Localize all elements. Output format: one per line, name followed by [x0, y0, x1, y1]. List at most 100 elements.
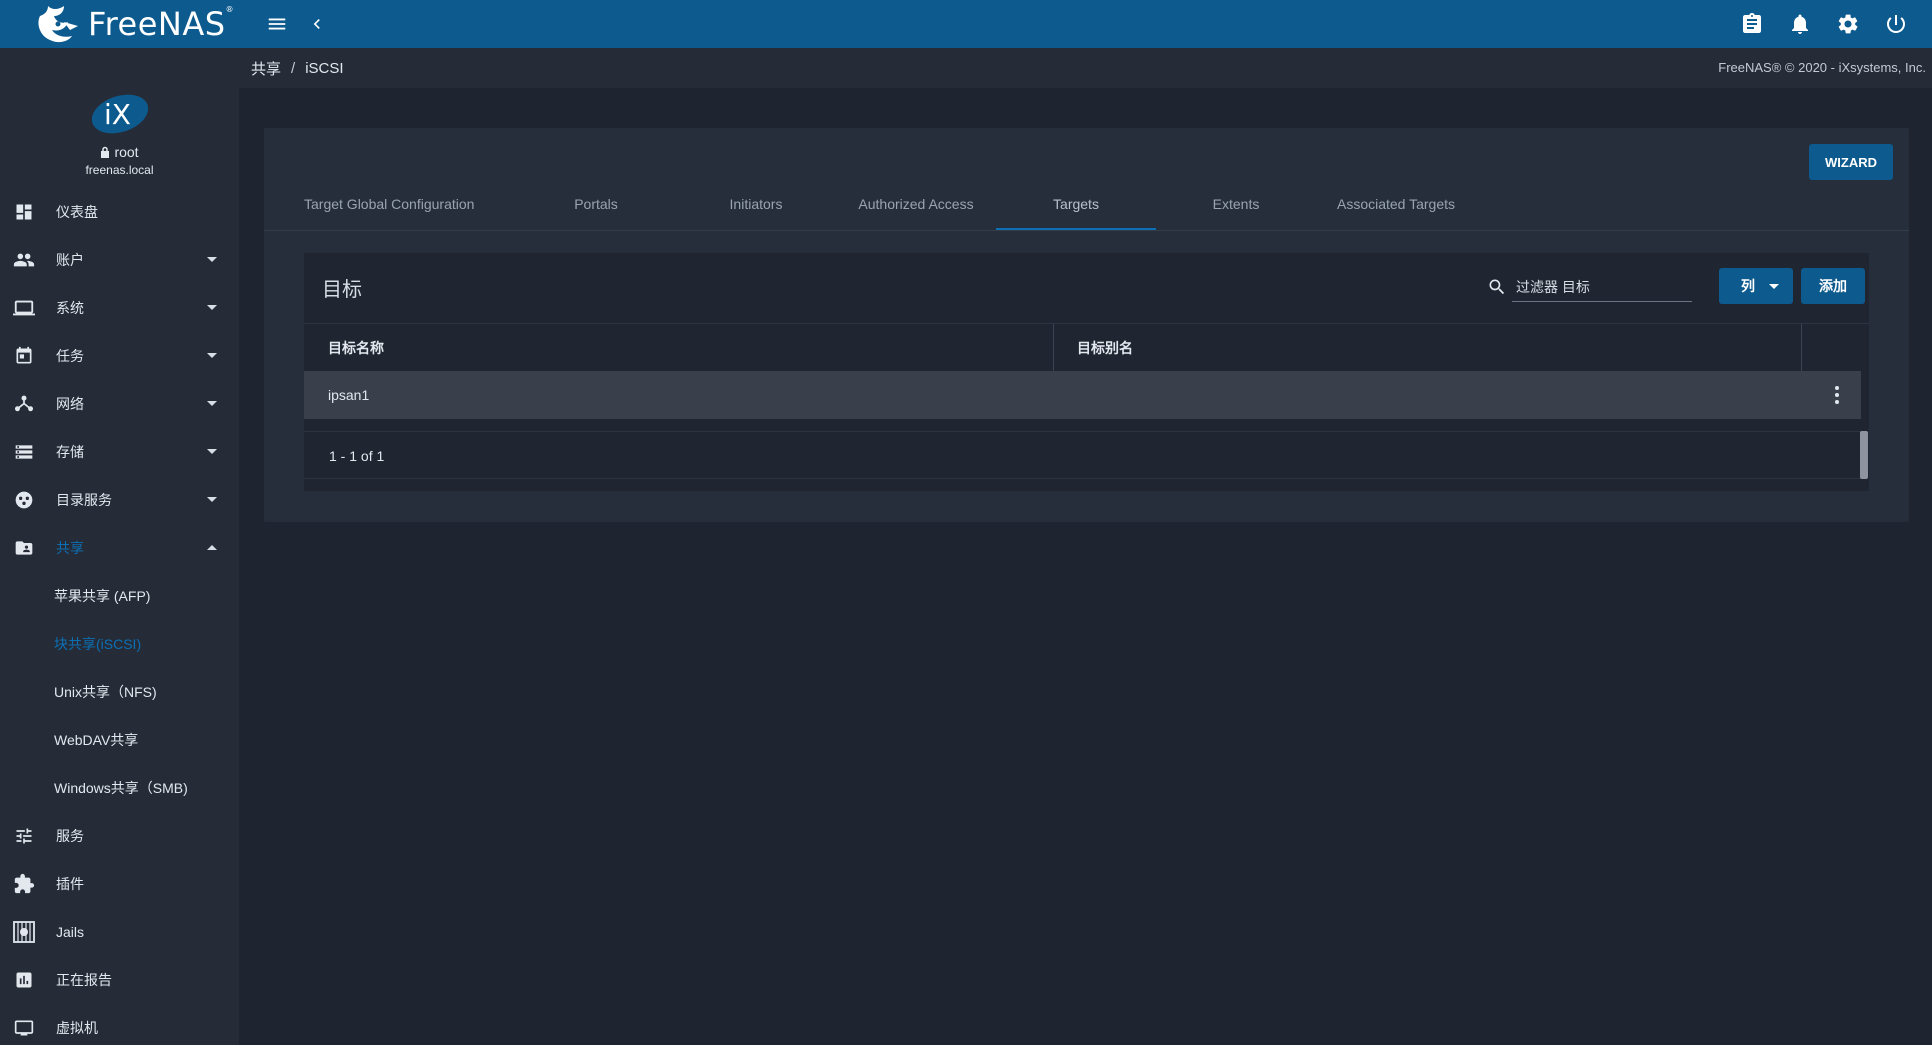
copyright-text: FreeNAS® © 2020 - iXsystems, Inc. [1718, 60, 1926, 75]
tabs-divider [264, 230, 1909, 231]
sidebar-item-jails[interactable]: Jails [0, 908, 239, 956]
column-divider [1053, 324, 1054, 372]
collapse-sidebar-button[interactable] [293, 0, 341, 48]
sidebar-item-label: 虚拟机 [56, 1020, 98, 1036]
table-row[interactable]: ipsan1 [304, 371, 1861, 419]
tune-icon [12, 824, 36, 848]
column-divider [1801, 324, 1802, 372]
sidebar-item-label: 仪表盘 [56, 204, 98, 220]
sidebar-item-label: 目录服务 [56, 492, 112, 508]
sidebar-item-reporting[interactable]: 正在报告 [0, 956, 239, 1004]
task-manager-button[interactable] [1728, 0, 1776, 48]
storage-icon [12, 440, 36, 464]
sidebar-item-services[interactable]: 服务 [0, 812, 239, 860]
sidebar-subitem-nfs[interactable]: Unix共享（NFS) [0, 668, 239, 716]
sidebar-item-label: 正在报告 [56, 972, 112, 988]
caret-down-icon [207, 305, 217, 310]
caret-down-icon [207, 401, 217, 406]
sidebar-subitem-smb[interactable]: Windows共享（SMB) [0, 764, 239, 812]
menu-icon [268, 18, 286, 30]
caret-down-icon [207, 257, 217, 262]
jail-icon [12, 920, 36, 944]
pagination-range: 1 - 1 of 1 [329, 448, 385, 464]
people-icon [12, 248, 36, 272]
sidebar-item-dashboard[interactable]: 仪表盘 [0, 188, 239, 236]
sidebar-item-tasks[interactable]: 任务 [0, 332, 239, 380]
sidebar-item-plugins[interactable]: 插件 [0, 860, 239, 908]
hostname: freenas.local [85, 163, 154, 177]
wizard-button[interactable]: WIZARD [1809, 144, 1893, 180]
sidebar-item-label: Jails [56, 924, 85, 940]
iscsi-card: WIZARD Target Global Configuration Porta… [264, 128, 1909, 522]
sidebar-item-storage[interactable]: 存储 [0, 428, 239, 476]
row-actions-menu-icon[interactable] [1827, 385, 1847, 405]
sidebar-item-system[interactable]: 系统 [0, 284, 239, 332]
sidebar-item-sharing[interactable]: 共享 [0, 524, 239, 572]
column-header-target-alias[interactable]: 目标别名 [1077, 324, 1133, 372]
sidebar-subitem-webdav[interactable]: WebDAV共享 [0, 716, 239, 764]
table-header: 目标名称 目标别名 [304, 323, 1869, 372]
sidebar-item-vms[interactable]: 虚拟机 [0, 1004, 239, 1045]
report-icon [12, 968, 36, 992]
tab-extents[interactable]: Extents [1156, 178, 1316, 230]
filter-input[interactable] [1512, 272, 1692, 302]
freenas-logo-icon [38, 6, 78, 43]
network-icon [12, 392, 36, 416]
caret-up-icon [207, 545, 217, 550]
dashboard-icon [12, 200, 36, 224]
sidebar-item-label: 账户 [56, 252, 84, 268]
gear-icon [1838, 14, 1858, 34]
power-button[interactable] [1872, 0, 1920, 48]
caret-down-icon [1769, 284, 1779, 289]
lock-icon [101, 146, 110, 158]
column-header-target-name[interactable]: 目标名称 [328, 324, 384, 372]
tab-bar: Target Global Configuration Portals Init… [264, 178, 1909, 230]
sidebar-item-network[interactable]: 网络 [0, 380, 239, 428]
tab-associated-targets[interactable]: Associated Targets [1316, 178, 1476, 230]
monitor-icon [12, 1016, 36, 1040]
sidebar-item-label: 共享 [56, 540, 84, 556]
tab-target-global-configuration[interactable]: Target Global Configuration [264, 178, 516, 230]
brand[interactable]: FreeNAS® [0, 0, 239, 48]
laptop-icon [12, 296, 36, 320]
breadcrumb: 共享 / iSCSI FreeNAS® © 2020 - iXsystems, … [239, 48, 1932, 88]
sidebar-item-label: 服务 [56, 828, 84, 844]
scrollbar[interactable] [1860, 431, 1868, 479]
sidebar-subitem-iscsi[interactable]: 块共享(iSCSI) [0, 620, 239, 668]
user-profile: iX root freenas.local [0, 48, 239, 188]
sidebar: iX root freenas.local 仪表盘 账户 系统 任务 网络 存储 [0, 48, 239, 1045]
sidebar-item-label: 插件 [56, 876, 84, 892]
notifications-button[interactable] [1776, 0, 1824, 48]
brand-name: FreeNAS® [88, 5, 235, 43]
username: root [100, 144, 139, 160]
breadcrumb-separator: / [291, 59, 296, 77]
breadcrumb-parent[interactable]: 共享 [251, 58, 281, 79]
settings-button[interactable] [1824, 0, 1872, 48]
table-title: 目标 [322, 279, 362, 301]
columns-button-label: 列 [1741, 278, 1755, 294]
sidebar-item-directory-services[interactable]: 目录服务 [0, 476, 239, 524]
sidebar-item-label: 任务 [56, 348, 84, 364]
tab-targets[interactable]: Targets [996, 178, 1156, 230]
clipboard-icon [1743, 13, 1761, 33]
tab-initiators[interactable]: Initiators [676, 178, 836, 230]
tab-portals[interactable]: Portals [516, 178, 676, 230]
sidebar-item-label: 存储 [56, 444, 84, 460]
caret-down-icon [207, 449, 217, 454]
targets-table-panel: 目标 列 添加 目标名称 目标别名 ipsan1 1 - 1 of 1 [304, 253, 1869, 491]
ix-logo-icon: iX [91, 94, 148, 134]
columns-button[interactable]: 列 [1719, 268, 1793, 304]
caret-down-icon [207, 353, 217, 358]
top-toolbar: FreeNAS® [0, 0, 1932, 48]
cell-target-name: ipsan1 [328, 387, 370, 403]
caret-down-icon [207, 497, 217, 502]
search-icon [1489, 279, 1505, 295]
sidebar-item-accounts[interactable]: 账户 [0, 236, 239, 284]
tab-authorized-access[interactable]: Authorized Access [836, 178, 996, 230]
add-button[interactable]: 添加 [1801, 268, 1865, 304]
sidebar-subitem-afp[interactable]: 苹果共享 (AFP) [0, 572, 239, 620]
sidebar-item-label: 系统 [56, 300, 84, 316]
username-label: root [114, 144, 139, 160]
sidebar-item-label: 网络 [56, 396, 84, 412]
puzzle-icon [12, 872, 36, 896]
